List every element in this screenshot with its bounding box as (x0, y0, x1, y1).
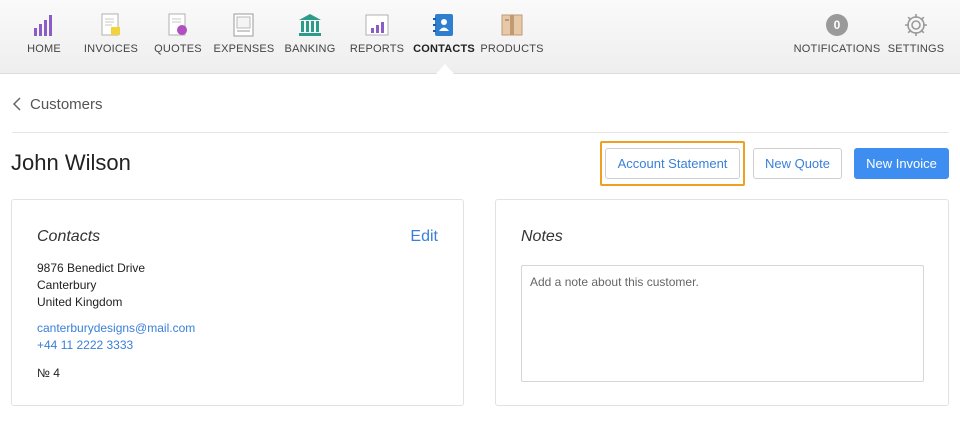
active-tab-indicator (436, 64, 454, 74)
gear-icon (905, 14, 927, 36)
nav-products-label: PRODUCTS (480, 43, 544, 55)
contacts-icon (433, 14, 453, 36)
nav-invoices[interactable]: INVOICES (83, 0, 139, 74)
nav-reports-label: REPORTS (349, 43, 405, 55)
reports-icon (365, 14, 389, 36)
nav-home[interactable]: HOME (26, 0, 62, 74)
nav-banking[interactable]: BANKING (284, 0, 336, 74)
address-line-2: Canterbury (37, 278, 97, 292)
notes-textarea[interactable] (521, 265, 924, 382)
notes-card-title: Notes (521, 228, 563, 245)
address-line-3: United Kingdom (37, 295, 123, 309)
nav-products[interactable]: PRODUCTS (480, 0, 543, 74)
nav-quotes-label: QUOTES (154, 43, 202, 55)
home-chart-icon (34, 15, 52, 36)
email-link[interactable]: canterburydesigns@mail.com (37, 321, 195, 335)
nav-notifications[interactable]: 0 NOTIFICATIONS (794, 0, 880, 74)
notification-count-badge: 0 (826, 14, 848, 36)
contacts-card-title: Contacts (37, 228, 101, 245)
nav-invoices-label: INVOICES (83, 43, 139, 55)
nav-expenses[interactable]: EXPENSES (214, 0, 274, 74)
page-title: John Wilson (11, 150, 131, 175)
nav-settings[interactable]: SETTINGS (888, 0, 944, 74)
new-quote-button[interactable]: New Quote (753, 148, 842, 179)
nav-reports[interactable]: REPORTS (349, 0, 405, 74)
nav-contacts[interactable]: CONTACTS (413, 0, 475, 74)
contacts-card: Contacts Edit 9876 Benedict Drive Canter… (11, 199, 464, 406)
quote-icon (168, 13, 187, 36)
invoice-icon (101, 13, 120, 36)
nav-expenses-label: EXPENSES (213, 43, 275, 55)
phone-link[interactable]: +44 11 2222 3333 (37, 338, 133, 352)
account-statement-button[interactable]: Account Statement (605, 148, 740, 179)
nav-quotes[interactable]: QUOTES (154, 0, 202, 74)
expenses-icon (233, 13, 254, 37)
customer-number: № 4 (37, 366, 60, 380)
nav-banking-label: BANKING (284, 43, 336, 55)
nav-notifications-label: NOTIFICATIONS (793, 43, 881, 55)
bank-icon (299, 14, 321, 36)
breadcrumb-label: Customers (30, 95, 103, 113)
nav-home-label: HOME (27, 43, 61, 55)
notes-card: Notes (495, 199, 949, 406)
products-icon (501, 14, 523, 36)
chevron-left-icon (12, 97, 21, 111)
top-navigation: HOME INVOICES QUOTES EXPENSES BANKING RE… (0, 0, 960, 74)
edit-contacts-link[interactable]: Edit (410, 228, 438, 246)
nav-settings-label: SETTINGS (887, 43, 945, 55)
new-invoice-button[interactable]: New Invoice (854, 148, 949, 179)
address-line-1: 9876 Benedict Drive (37, 261, 146, 275)
breadcrumb[interactable]: Customers (12, 92, 103, 116)
divider (12, 132, 949, 133)
nav-contacts-label: CONTACTS (413, 43, 475, 55)
